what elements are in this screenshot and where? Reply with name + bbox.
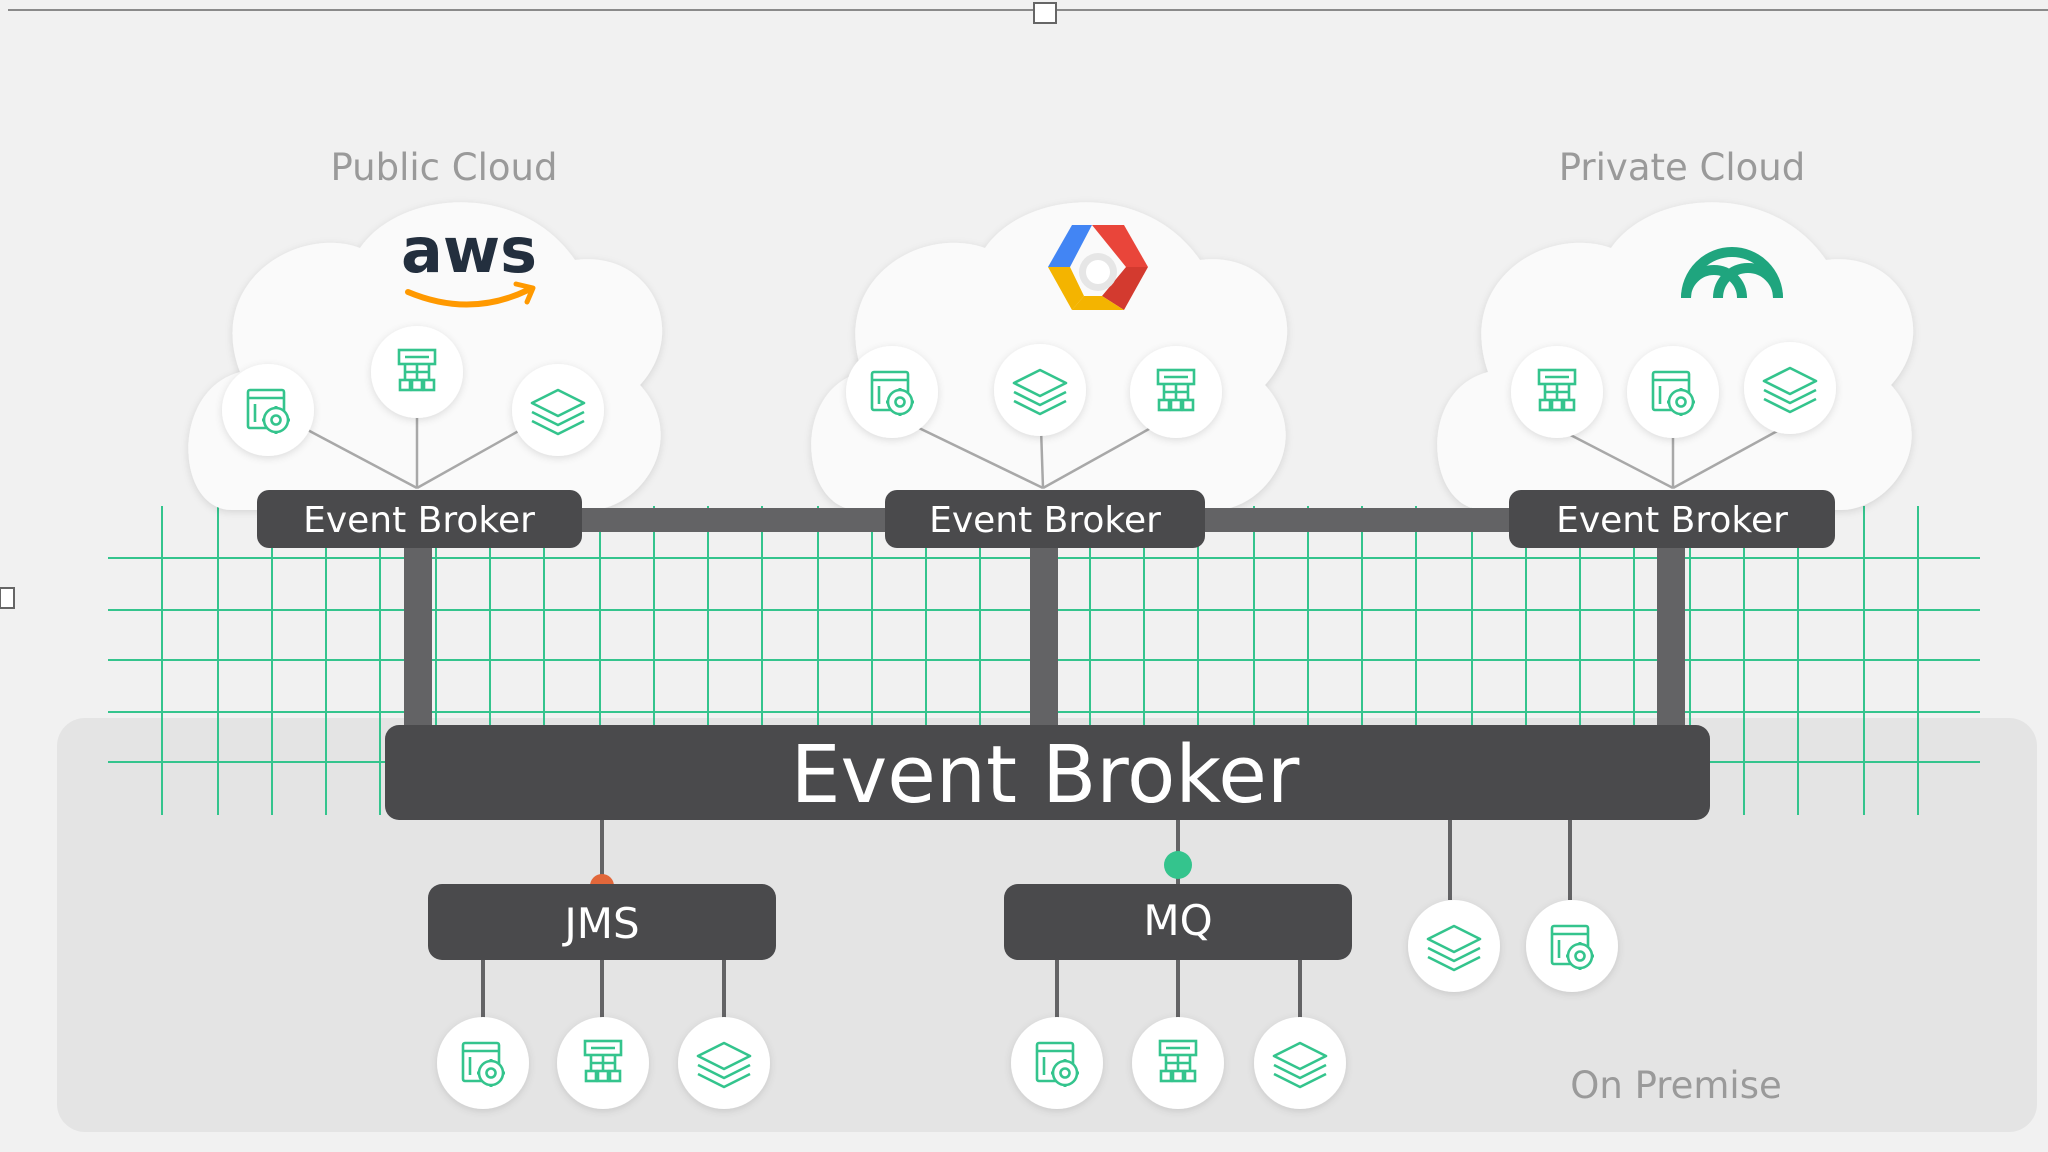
app-settings-icon [1526,900,1618,992]
left-broker-uplink [404,540,432,730]
layers-icon [1408,900,1500,992]
on-premise-label: On Premise [1570,1064,1782,1107]
layers-icon [994,344,1086,436]
layers-icon [1744,342,1836,434]
layers-icon [512,364,604,456]
selection-handle-left [0,587,15,609]
jms-label: JMS [561,899,639,948]
flowchart-icon [557,1017,649,1109]
flowchart-icon [1511,346,1603,438]
google-cloud-event-broker-label: Event Broker [929,500,1161,541]
app-settings-icon [846,346,938,438]
private-cloud-event-broker-label: Event Broker [1556,500,1788,541]
layers-icon [1254,1017,1346,1109]
flowchart-icon [1130,346,1222,438]
public-cloud-label: Public Cloud [331,146,558,189]
mq-label: MQ [1143,896,1212,945]
flowchart-icon [371,326,463,418]
event-mesh-diagram: Public Cloud Private Cloud On Premise aw… [0,0,2048,1152]
selection-handle-top [1033,2,1057,24]
private-cloud-label: Private Cloud [1559,146,1805,189]
main-event-broker-label: Event Broker [791,729,1300,821]
app-settings-icon [437,1017,529,1109]
mq-connector-dot [1164,851,1192,879]
right-broker-uplink [1657,540,1685,730]
aws-logo-text: aws [401,214,537,287]
layers-icon [678,1017,770,1109]
app-settings-icon [222,364,314,456]
center-broker-uplink [1030,540,1058,730]
app-settings-icon [1011,1017,1103,1109]
public-cloud-event-broker-label: Event Broker [303,500,535,541]
app-settings-icon [1627,346,1719,438]
flowchart-icon [1132,1017,1224,1109]
diagram-stage: Public Cloud Private Cloud On Premise aw… [0,0,2048,1152]
